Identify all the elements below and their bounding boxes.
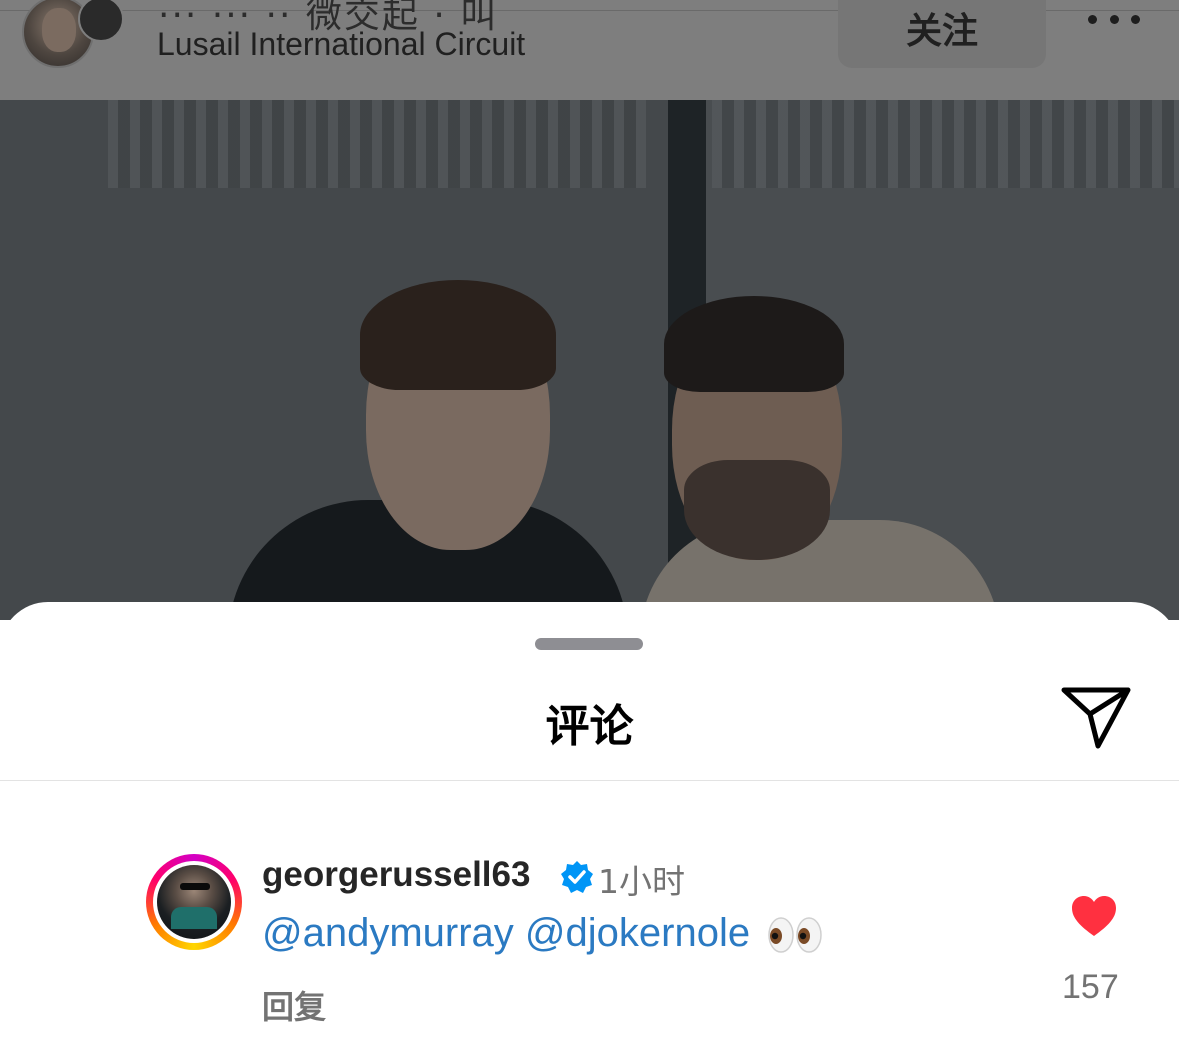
paper-plane-icon[interactable] xyxy=(1058,682,1134,752)
sheet-title: 评论 xyxy=(545,701,634,752)
sheet-drag-handle[interactable] xyxy=(535,638,643,650)
post-location[interactable]: Lusail International Circuit xyxy=(157,26,525,63)
mention-link[interactable]: @andymurray xyxy=(262,911,514,955)
post-photo[interactable] xyxy=(0,100,1179,620)
dot xyxy=(1088,14,1097,24)
comment-body: @andymurray @djokernole 👀 xyxy=(262,911,823,956)
comment-timestamp: 1小时 xyxy=(598,862,685,901)
commenter-avatar-image xyxy=(153,861,235,943)
follow-button[interactable]: 关注 xyxy=(838,0,1046,68)
avatar-sunglasses xyxy=(180,883,210,890)
verified-badge-icon xyxy=(560,860,594,894)
commenter-avatar[interactable] xyxy=(146,854,242,950)
photo-pattern-panel xyxy=(108,100,646,188)
eyes-emoji-icon xyxy=(768,917,822,954)
comments-sheet: 评论 georgerussell63 1小时 @andymurray @djok… xyxy=(0,602,1179,1056)
person-right-beard xyxy=(684,460,830,560)
mention-link[interactable]: @djokernole xyxy=(525,911,750,955)
post-header: ··· ··· ·· 微交起 · 叫 Lusail International … xyxy=(0,0,1179,100)
sheet-divider xyxy=(0,780,1179,781)
heart-icon[interactable] xyxy=(1070,894,1118,938)
photo-pattern-panel xyxy=(712,100,1179,188)
author-avatar-face xyxy=(42,8,76,52)
dot xyxy=(1109,14,1119,24)
dot xyxy=(1131,14,1140,24)
comment-username[interactable]: georgerussell63 xyxy=(262,855,530,895)
like-count: 157 xyxy=(1062,968,1119,1006)
avatar-jacket xyxy=(171,907,217,929)
more-dots-icon[interactable] xyxy=(1088,4,1140,34)
reply-button[interactable]: 回复 xyxy=(262,982,326,1028)
person-right-hair xyxy=(664,296,844,392)
person-left-hair xyxy=(360,280,556,390)
collaborator-avatar[interactable] xyxy=(78,0,124,42)
